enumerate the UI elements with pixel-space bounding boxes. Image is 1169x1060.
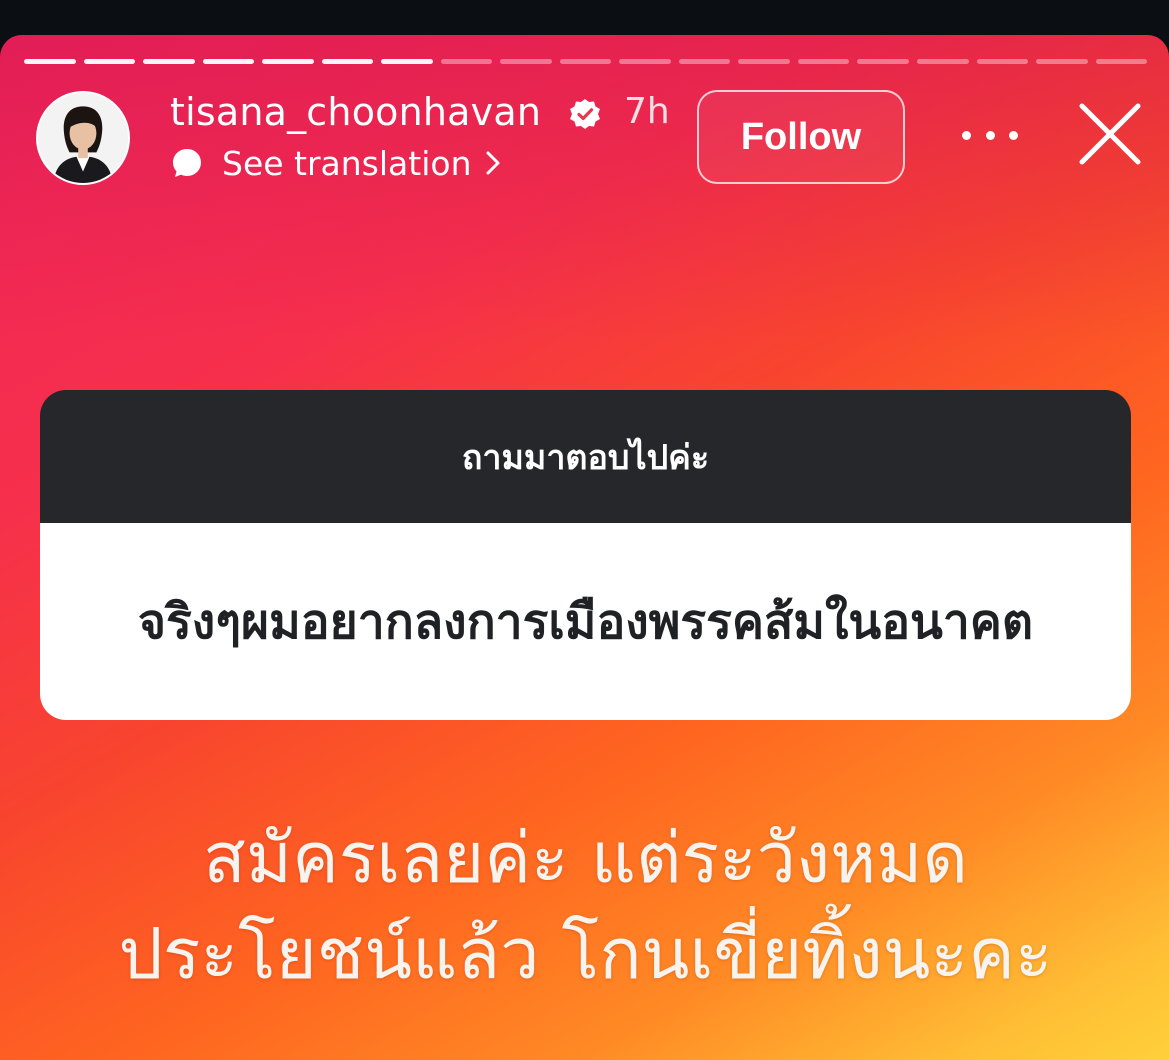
progress-segment <box>1036 59 1088 64</box>
progress-segment <box>381 59 433 64</box>
question-sticker-prompt: ถามมาตอบไปค่ะ <box>40 390 1131 523</box>
story-viewer[interactable]: tisana_choonhavan 7h See translation Fol… <box>0 35 1169 1060</box>
more-dot <box>962 130 971 140</box>
verified-badge-icon <box>570 99 600 129</box>
answer-line-2: ประโยชน์แล้ว โกนเขี่ยทิ้งนะคะ <box>118 913 1053 995</box>
progress-segment <box>559 59 612 64</box>
follow-button[interactable]: Follow <box>697 90 905 184</box>
author-username[interactable]: tisana_choonhavan <box>170 90 541 134</box>
progress-segment <box>83 59 136 64</box>
more-dot <box>1009 130 1018 140</box>
story-progress-bar <box>24 59 1148 64</box>
progress-segment <box>262 59 314 64</box>
see-translation-link[interactable]: See translation <box>170 141 503 185</box>
answer-text: สมัครเลยค่ะ แต่ระวังหมด ประโยชน์แล้ว โกน… <box>40 810 1131 1002</box>
progress-segment <box>500 59 552 64</box>
progress-segment <box>916 59 969 64</box>
progress-segment <box>678 59 731 64</box>
profile-photo <box>38 93 128 183</box>
more-options-icon[interactable] <box>962 120 1018 150</box>
post-time: 7h <box>624 91 670 132</box>
question-sticker-question: จริงๆผมอยากลงการเมืองพรรคส้มในอนาคต <box>40 523 1131 720</box>
progress-segment <box>619 59 671 64</box>
see-translation-label: See translation <box>222 143 472 183</box>
progress-segment <box>24 59 76 64</box>
question-sticker[interactable]: ถามมาตอบไปค่ะ จริงๆผมอยากลงการเมืองพรรคส… <box>40 390 1131 720</box>
author-avatar[interactable] <box>36 91 130 185</box>
speech-bubble-icon <box>173 149 201 177</box>
progress-segment <box>1095 59 1148 64</box>
progress-segment <box>797 59 850 64</box>
progress-segment <box>738 59 790 64</box>
progress-segment <box>143 59 195 64</box>
close-icon[interactable] <box>1078 102 1142 166</box>
answer-line-1: สมัครเลยค่ะ แต่ระวังหมด <box>203 817 968 899</box>
progress-segment <box>440 59 493 64</box>
progress-segment <box>321 59 374 64</box>
chevron-right-icon <box>486 151 500 175</box>
more-dot <box>985 130 995 140</box>
progress-segment <box>857 59 909 64</box>
progress-segment <box>202 59 255 64</box>
progress-segment <box>976 59 1029 64</box>
